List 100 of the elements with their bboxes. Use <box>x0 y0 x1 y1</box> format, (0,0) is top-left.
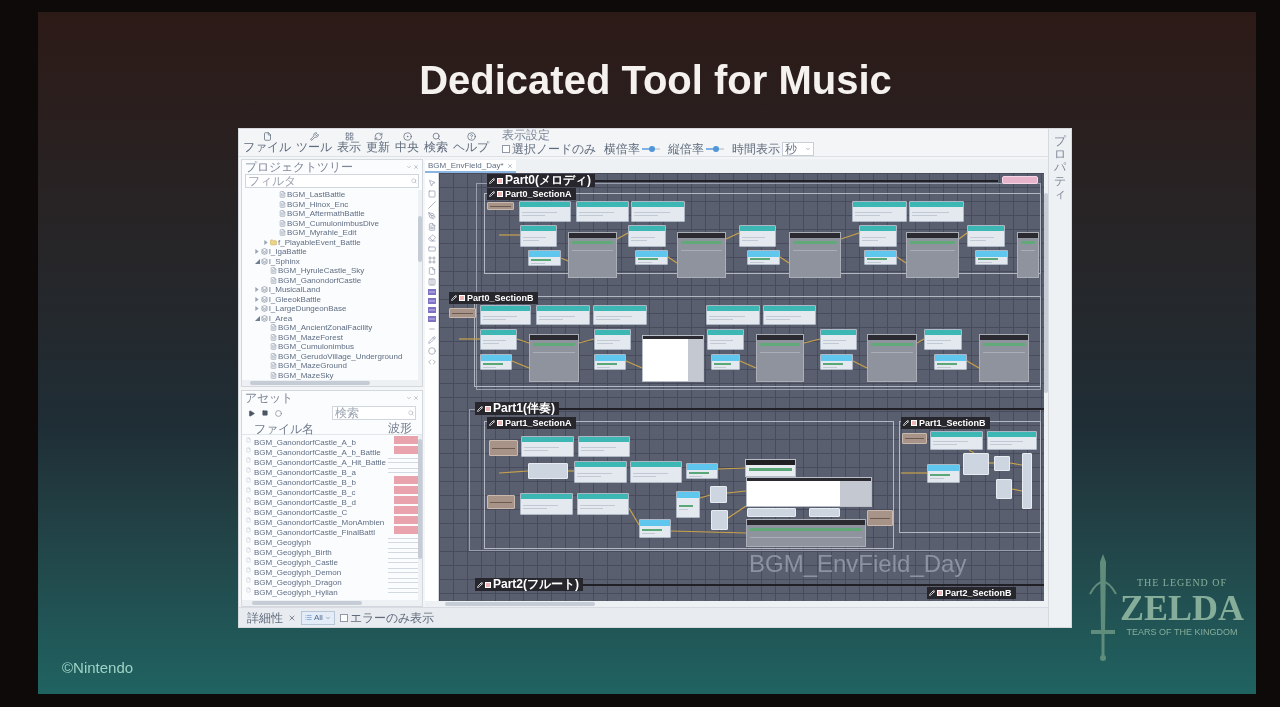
tree-item[interactable]: BGM_AftermathBattle <box>287 209 365 219</box>
tree-item[interactable]: BGM_MazeSky <box>278 370 334 380</box>
node-panel[interactable] <box>746 519 866 547</box>
checkbox[interactable] <box>339 613 348 622</box>
circle-icon[interactable] <box>427 347 436 355</box>
asset-name[interactable]: BGM_GanondorfCastle_MonAmbien <box>254 518 385 527</box>
toolbar-button[interactable]: ファイル <box>243 132 291 153</box>
slider-thumb[interactable] <box>713 146 720 152</box>
caret-down-icon[interactable] <box>254 315 260 321</box>
rectangle-icon[interactable] <box>427 245 436 253</box>
node-card[interactable] <box>763 305 816 325</box>
node-card[interactable] <box>745 459 796 477</box>
node-card[interactable] <box>576 201 629 222</box>
block-icon[interactable] <box>427 316 436 322</box>
properties-tab[interactable]: プロパティ <box>1054 135 1066 201</box>
asset-name[interactable]: BGM_Geoglyph_Birth <box>254 548 332 557</box>
node-card[interactable] <box>528 250 561 266</box>
node-panel[interactable] <box>867 334 917 382</box>
slider-thumb[interactable] <box>649 146 656 152</box>
chevron-down-icon[interactable] <box>406 164 412 170</box>
tree-item[interactable]: BGM_CumulonimbusDive <box>287 218 380 228</box>
node-card[interactable] <box>631 201 685 222</box>
stop-icon[interactable] <box>262 410 268 416</box>
node-card[interactable] <box>975 250 1008 265</box>
close-icon[interactable] <box>506 162 513 169</box>
pen-icon[interactable] <box>427 212 436 220</box>
node-card[interactable] <box>707 329 744 350</box>
node-card[interactable] <box>639 519 671 538</box>
filter-dropdown[interactable]: All <box>301 610 335 625</box>
tree-item[interactable]: l_LargeDungeonBase <box>269 304 347 314</box>
toolbar-button[interactable]: 中央 <box>395 132 419 153</box>
tree-item[interactable]: BGM_AncientZonaiFacility <box>278 323 373 333</box>
asset-name[interactable]: BGM_GanondorfCastle_B_b <box>254 478 356 487</box>
search-field[interactable]: 検索 <box>332 406 416 420</box>
node-card[interactable] <box>536 305 590 325</box>
block-icon[interactable] <box>427 289 436 295</box>
tree-item[interactable]: l_GleeokBattle <box>269 294 322 304</box>
close-icon[interactable] <box>413 164 419 170</box>
caret-right-icon[interactable] <box>264 239 268 245</box>
eraser-icon[interactable] <box>427 234 436 242</box>
tree-item[interactable]: BGM_LastBattle <box>287 190 346 200</box>
code-icon[interactable] <box>427 358 436 366</box>
asset-name[interactable]: BGM_GanondorfCastle_A_Hit_Battle <box>254 458 387 467</box>
asset-name[interactable]: BGM_GanondorfCastle_A_b <box>254 438 356 447</box>
scrollbar[interactable] <box>418 190 422 380</box>
node-card[interactable] <box>934 354 967 370</box>
node-card[interactable] <box>480 354 512 370</box>
tag-icon[interactable] <box>1002 176 1038 184</box>
node-tag[interactable] <box>487 202 514 210</box>
node-card[interactable] <box>820 329 857 350</box>
node-card[interactable] <box>480 329 517 350</box>
toolbar-button[interactable]: ツール <box>296 132 332 153</box>
tree-item[interactable]: l_Sphinx <box>269 256 300 266</box>
node-card[interactable] <box>594 329 631 350</box>
tree-item[interactable]: BGM_GanondorfCastle <box>278 275 362 285</box>
node-card[interactable] <box>676 491 700 518</box>
asset-name[interactable]: BGM_Geoglyph <box>254 538 311 547</box>
tree-item[interactable]: BGM_Cumulonimbus <box>278 342 355 352</box>
checkbox[interactable] <box>502 145 510 153</box>
node-panel[interactable] <box>1017 232 1039 278</box>
x-icon[interactable] <box>288 613 296 622</box>
node-tag[interactable] <box>487 495 515 509</box>
chevron-down-icon[interactable] <box>406 395 412 401</box>
column-header[interactable]: 波形 <box>388 421 412 434</box>
node-panel[interactable] <box>746 477 872 507</box>
node-panel[interactable] <box>529 334 579 382</box>
node-card[interactable] <box>594 354 626 370</box>
tree-item[interactable]: BGM_GerudoVillage_Underground <box>278 351 403 361</box>
node-tag[interactable] <box>489 440 518 456</box>
asset-name[interactable]: BGM_Geoglyph_Demon <box>254 568 342 577</box>
node-card[interactable] <box>630 461 682 483</box>
close-icon[interactable] <box>413 395 419 401</box>
tree-item[interactable]: BGM_Myrahle_Edit <box>287 228 357 238</box>
column-header[interactable]: ファイル名 <box>254 421 314 436</box>
node-card[interactable] <box>859 225 897 247</box>
node-tag[interactable] <box>902 433 927 444</box>
search-field[interactable]: フィルタ <box>245 174 419 188</box>
asset-name[interactable]: BGM_Geoglyph_Castle <box>254 558 339 567</box>
caret-right-icon[interactable] <box>255 296 259 302</box>
node-card[interactable] <box>739 225 776 247</box>
circle-icon[interactable] <box>275 409 282 417</box>
node-card[interactable] <box>930 431 983 450</box>
node-card[interactable] <box>987 431 1037 450</box>
node-card[interactable] <box>577 493 629 515</box>
asset-name[interactable]: BGM_GanondorfCastle_B_c <box>254 488 356 497</box>
asset-name[interactable]: BGM_GanondorfCastle_B_d <box>254 498 356 507</box>
node-card[interactable] <box>628 225 666 247</box>
time-unit-dropdown[interactable]: 秒 <box>782 142 814 156</box>
node-panel[interactable] <box>677 232 726 278</box>
node-card[interactable] <box>578 436 630 457</box>
node-card[interactable] <box>852 201 907 222</box>
node-card[interactable] <box>864 250 897 265</box>
tree-item[interactable]: BGM_Hinox_Enc <box>287 199 349 209</box>
document-tab[interactable]: BGM_EnvField_Day* <box>425 160 516 173</box>
node-card[interactable] <box>593 305 647 325</box>
node-card[interactable] <box>520 225 557 247</box>
tree-item[interactable]: BGM_MazeGround <box>278 361 347 371</box>
node-panel[interactable] <box>568 232 617 278</box>
square-icon[interactable] <box>427 190 436 198</box>
toolbar-button[interactable]: 検索 <box>424 132 448 153</box>
